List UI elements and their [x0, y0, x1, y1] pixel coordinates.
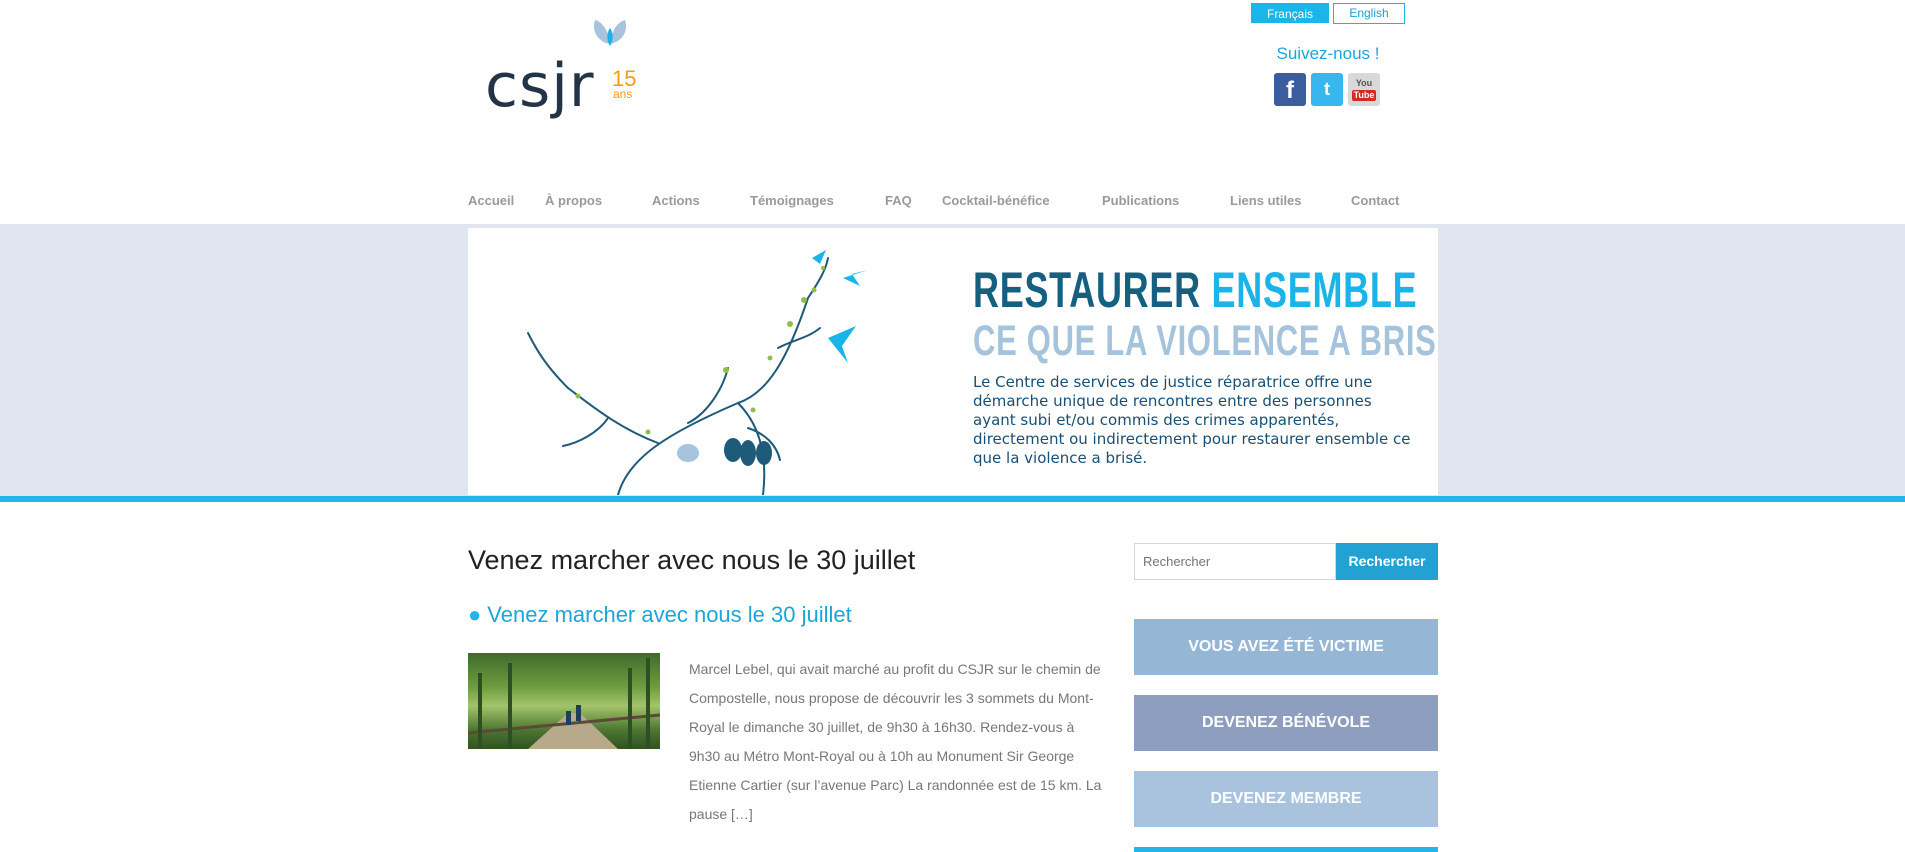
search-button[interactable]: Rechercher — [1336, 543, 1438, 580]
nav-temoignages[interactable]: Témoignages — [750, 193, 834, 208]
post-title-link[interactable]: ● Venez marcher avec nous le 30 juillet — [468, 602, 852, 628]
youtube-icon-bottom: Tube — [1352, 90, 1376, 101]
nav-faq[interactable]: FAQ — [885, 193, 912, 208]
next-cta-button[interactable] — [1134, 847, 1438, 852]
nav-liens-utiles[interactable]: Liens utiles — [1230, 193, 1302, 208]
follow-us-heading: Suivez-nous ! — [1276, 44, 1380, 63]
twitter-icon[interactable]: t — [1311, 73, 1343, 106]
hero-banner: RESTAURER ENSEMBLE CE QUE LA VIOLENCE A … — [468, 228, 1438, 495]
butterfly-icon — [593, 20, 627, 46]
volunteer-button[interactable]: DEVENEZ BÉNÉVOLE — [1134, 695, 1438, 751]
youtube-icon[interactable]: You Tube — [1348, 73, 1380, 106]
banner-subtitle: CE QUE LA VIOLENCE A BRISÉ — [973, 317, 1438, 365]
bullet-icon: ● — [468, 602, 482, 627]
member-button[interactable]: DEVENEZ MEMBRE — [1134, 771, 1438, 827]
nav-accueil[interactable]: Accueil — [468, 193, 514, 208]
nav-cocktail-benefice[interactable]: Cocktail-bénéfice — [942, 193, 1050, 208]
tree-birds-illustration — [527, 250, 868, 495]
youtube-icon-top: You — [1355, 78, 1373, 88]
nav-contact[interactable]: Contact — [1351, 193, 1399, 208]
search-input[interactable] — [1134, 543, 1336, 580]
language-english-button[interactable]: English — [1333, 3, 1405, 24]
post-excerpt: Marcel Lebel, qui avait marché au profit… — [689, 661, 1102, 822]
logo-suffix: ans — [613, 87, 633, 101]
banner-description: Le Centre de services de justice réparat… — [973, 373, 1411, 467]
nav-publications[interactable]: Publications — [1102, 193, 1179, 208]
post-thumbnail[interactable] — [468, 653, 660, 749]
banner-divider — [0, 496, 1905, 502]
victim-button[interactable]: VOUS AVEZ ÉTÉ VICTIME — [1134, 619, 1438, 675]
post-title-text: Venez marcher avec nous le 30 juillet — [487, 602, 852, 627]
logo-text: csjr — [485, 51, 595, 121]
facebook-icon[interactable]: f — [1274, 73, 1306, 106]
banner-title-part2: ENSEMBLE — [1211, 262, 1418, 318]
banner-title-part1: RESTAURER — [973, 262, 1212, 318]
forest-path-image — [468, 658, 660, 749]
nav-actions[interactable]: Actions — [652, 193, 700, 208]
language-french-button[interactable]: Français — [1251, 3, 1329, 23]
page-title: Venez marcher avec nous le 30 juillet — [468, 545, 916, 575]
csjr-logo[interactable]: csjr 15 ans — [485, 18, 655, 118]
nav-a-propos[interactable]: À propos — [545, 193, 602, 208]
banner-title: RESTAURER ENSEMBLE — [973, 261, 1417, 319]
